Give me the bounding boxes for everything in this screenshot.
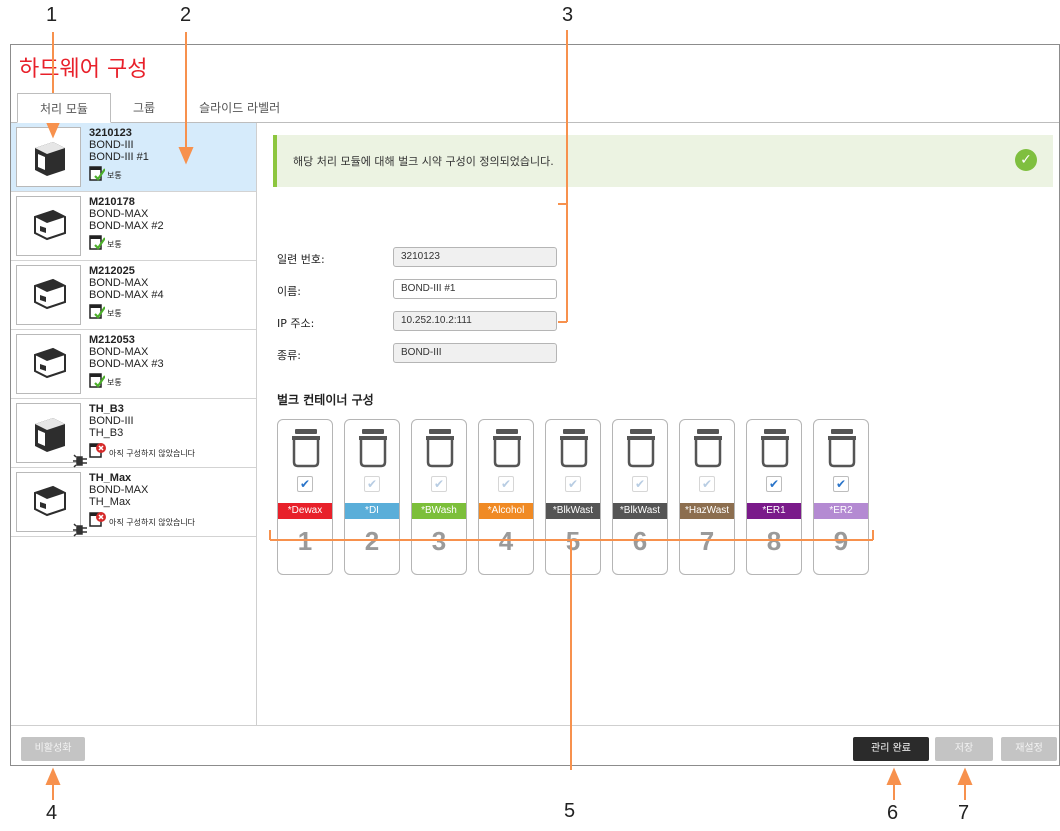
- tab-processing-modules[interactable]: 처리 모듈: [17, 93, 111, 123]
- callout-4: 4: [46, 802, 58, 824]
- callout-5: 5: [564, 800, 576, 822]
- callout-7: 7: [958, 802, 970, 824]
- callout-1: 1: [46, 4, 58, 26]
- callout-2: 2: [180, 4, 192, 26]
- callout-lines: [45, 30, 973, 800]
- callout-6: 6: [887, 802, 899, 824]
- callout-3: 3: [562, 4, 574, 26]
